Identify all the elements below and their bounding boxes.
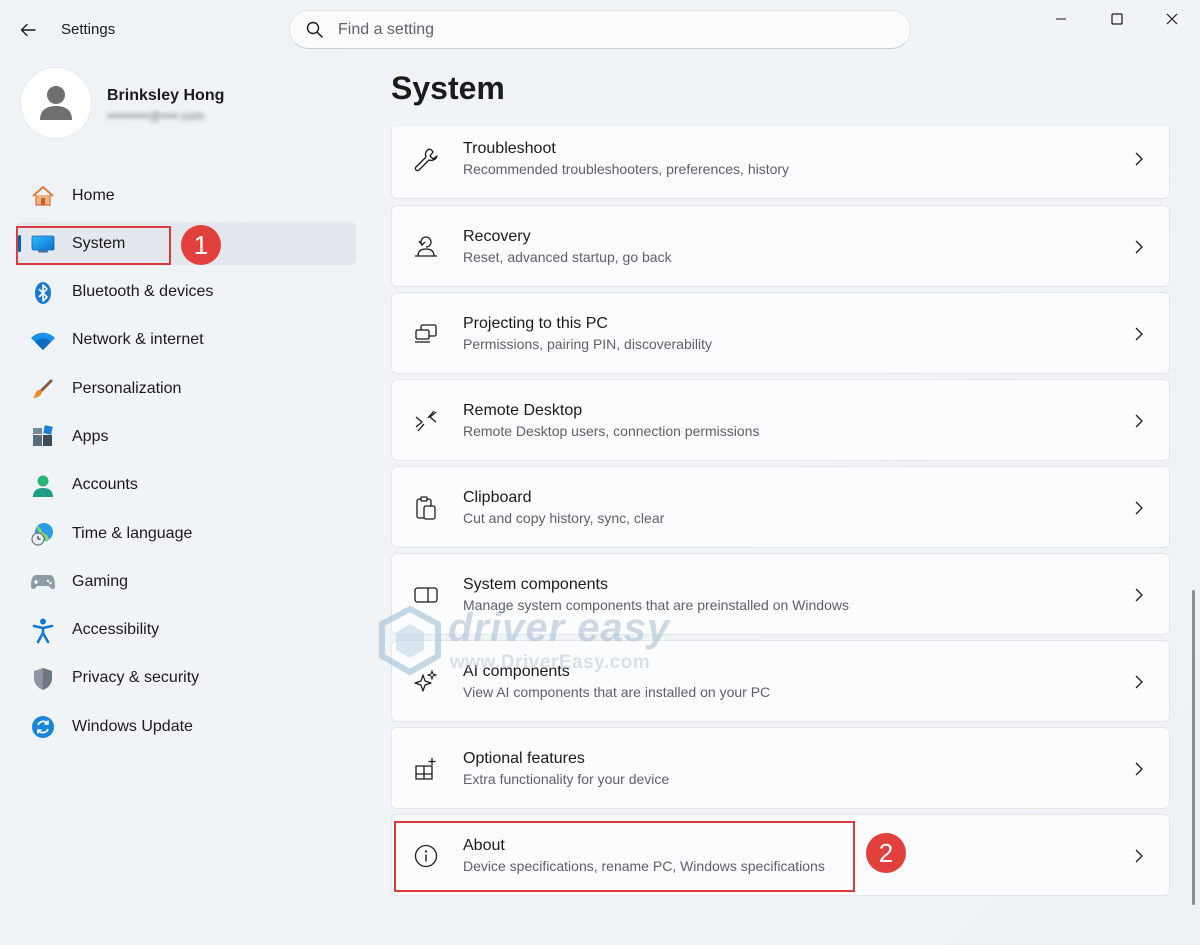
sidebar-item-label: Windows Update (72, 717, 193, 735)
item-title: System components (463, 576, 608, 593)
page-title: System (391, 70, 505, 106)
search-icon (304, 20, 324, 40)
chevron-right-icon (1133, 149, 1145, 169)
sidebar-item-label: Home (72, 186, 115, 204)
settings-item-recovery[interactable]: Recovery Reset, advanced startup, go bac… (391, 205, 1170, 287)
item-title: Remote Desktop (463, 402, 583, 419)
settings-item-remote-desktop[interactable]: Remote Desktop Remote Desktop users, con… (391, 379, 1170, 461)
user-profile[interactable]: Brinksley Hong ••••••••••@••••.com (20, 67, 360, 142)
item-title: Recovery (463, 228, 531, 245)
sparkle-icon (412, 668, 440, 696)
settings-item-troubleshoot[interactable]: Troubleshoot Recommended troubleshooters… (391, 127, 1170, 199)
gamepad-icon (30, 570, 56, 594)
clipboard-icon (412, 494, 440, 522)
sidebar-item-apps[interactable]: Apps (16, 415, 356, 458)
chevron-right-icon (1133, 759, 1145, 779)
sidebar-item-label: Network & internet (72, 331, 204, 349)
sidebar-item-network-internet[interactable]: Network & internet (16, 319, 356, 362)
sidebar-item-accounts[interactable]: Accounts (16, 464, 356, 507)
item-description: Cut and copy history, sync, clear (463, 510, 665, 526)
bluetooth-icon (30, 281, 56, 305)
settings-list: Troubleshoot Recommended troubleshooters… (391, 127, 1170, 897)
optional-features-icon (412, 755, 440, 783)
settings-item-projecting[interactable]: Projecting to this PC Permissions, pairi… (391, 292, 1170, 374)
item-description: Recommended troubleshooters, preferences… (463, 161, 790, 177)
item-description: Manage system components that are preins… (463, 597, 849, 613)
recovery-icon (412, 233, 440, 261)
item-description: Reset, advanced startup, go back (463, 249, 672, 265)
chevron-right-icon (1133, 411, 1145, 431)
accounts-icon (30, 474, 56, 498)
brush-icon (30, 377, 56, 401)
chevron-right-icon (1133, 498, 1145, 518)
projecting-icon (412, 320, 440, 348)
person-icon (40, 86, 72, 120)
item-description: Extra functionality for your device (463, 771, 670, 787)
sidebar-item-home[interactable]: Home (16, 174, 356, 217)
item-description: View AI components that are installed on… (463, 684, 771, 700)
annotation-number-2: 2 (866, 833, 906, 873)
sidebar-item-label: Accessibility (72, 621, 160, 639)
item-title: Troubleshoot (463, 140, 556, 157)
sidebar-item-personalization[interactable]: Personalization (16, 367, 356, 410)
settings-item-clipboard[interactable]: Clipboard Cut and copy history, sync, cl… (391, 466, 1170, 548)
remote-desktop-icon (412, 407, 440, 435)
avatar (20, 67, 92, 139)
title-bar: Settings (0, 0, 1200, 60)
chevron-right-icon (1133, 846, 1145, 866)
sidebar-item-time-language[interactable]: Time & language (16, 512, 356, 555)
accessibility-icon (30, 618, 56, 643)
item-title: Projecting to this PC (463, 315, 608, 332)
app-title: Settings (61, 21, 116, 38)
search-input[interactable] (338, 20, 838, 39)
item-description: Permissions, pairing PIN, discoverabilit… (463, 336, 712, 352)
chevron-right-icon (1133, 324, 1145, 344)
chevron-right-icon (1133, 672, 1145, 692)
sidebar-item-label: Bluetooth & devices (72, 283, 214, 301)
sidebar-item-gaming[interactable]: Gaming (16, 560, 356, 603)
sidebar-item-label: Gaming (72, 572, 129, 590)
shield-icon (30, 667, 56, 691)
sidebar-item-windows-update[interactable]: Windows Update (16, 705, 356, 748)
settings-item-ai-components[interactable]: AI components View AI components that ar… (391, 640, 1170, 722)
sidebar-item-label: Accounts (72, 476, 138, 494)
maximize-button[interactable] (1094, 4, 1140, 34)
back-button[interactable] (14, 17, 42, 43)
item-title: AI components (463, 663, 570, 680)
apps-icon (30, 425, 56, 449)
item-title: Optional features (463, 750, 585, 767)
settings-item-system-components[interactable]: System components Manage system componen… (391, 553, 1170, 635)
sidebar-item-privacy-security[interactable]: Privacy & security (16, 657, 356, 700)
back-arrow-icon (20, 23, 36, 37)
maximize-icon (1111, 13, 1123, 25)
sidebar-item-label: Time & language (72, 524, 193, 542)
sidebar-item-label: Apps (72, 427, 109, 445)
system-components-icon (412, 581, 440, 609)
minimize-button[interactable] (1038, 4, 1084, 34)
user-email: ••••••••••@••••.com (107, 109, 205, 123)
close-icon (1166, 13, 1178, 25)
wrench-icon (412, 145, 440, 173)
chevron-right-icon (1133, 237, 1145, 257)
annotation-box-about (394, 821, 855, 892)
chevron-right-icon (1133, 585, 1145, 605)
item-title: Clipboard (463, 489, 532, 506)
settings-item-optional-features[interactable]: Optional features Extra functionality fo… (391, 727, 1170, 809)
globe-clock-icon (30, 522, 56, 546)
sidebar-item-bluetooth-devices[interactable]: Bluetooth & devices (16, 271, 356, 314)
home-icon (30, 184, 56, 208)
sidebar-item-label: Privacy & security (72, 669, 200, 687)
minimize-icon (1056, 18, 1066, 20)
sidebar-item-label: Personalization (72, 379, 182, 397)
wifi-icon (30, 329, 56, 353)
update-icon (30, 715, 56, 739)
item-description: Remote Desktop users, connection permiss… (463, 423, 760, 439)
scrollbar-thumb[interactable] (1192, 590, 1195, 905)
user-name: Brinksley Hong (107, 87, 225, 104)
annotation-number-1: 1 (181, 225, 221, 265)
annotation-box-system (16, 226, 171, 265)
search-box[interactable] (289, 10, 911, 49)
close-button[interactable] (1149, 4, 1195, 34)
sidebar-item-accessibility[interactable]: Accessibility (16, 609, 356, 652)
